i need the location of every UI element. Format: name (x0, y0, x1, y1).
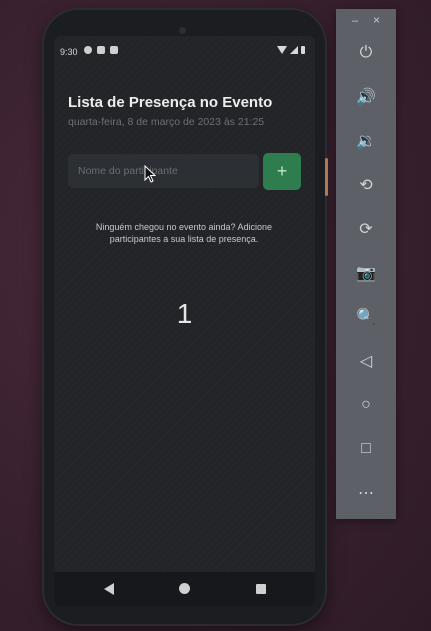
event-date: quarta-feira, 8 de março de 2023 às 21:2… (68, 116, 265, 128)
minimize-button[interactable]: – (352, 15, 358, 27)
device-screen: 9:30 Lista de Presença no Evento quarta-… (54, 36, 315, 606)
more-icon[interactable]: ⋯ (350, 479, 382, 507)
status-system-icons (277, 46, 305, 54)
power-icon[interactable]: ⏻ (350, 39, 382, 67)
status-notification-icons (84, 46, 118, 54)
navigation-bar (54, 572, 315, 606)
toolbar-window-controls: – × (336, 13, 396, 29)
participant-name-input[interactable] (68, 154, 259, 188)
overlay-number: 1 (176, 298, 193, 329)
rotate-left-icon[interactable]: ⟲ (350, 171, 382, 199)
battery-icon (301, 46, 305, 54)
status-bar: 9:30 (54, 36, 315, 66)
volume-down-icon[interactable]: 🔉 (350, 127, 382, 155)
nav-back-icon[interactable] (104, 583, 114, 595)
overview-icon[interactable]: □ (350, 435, 382, 463)
status-time: 9:30 (60, 47, 78, 57)
home-icon[interactable]: ○ (350, 391, 382, 419)
storage-icon (110, 46, 118, 54)
front-camera (179, 27, 186, 34)
signal-icon (290, 46, 298, 54)
empty-list-message: Ninguém chegou no evento ainda? Adicione… (95, 222, 273, 244)
device-frame: 9:30 Lista de Presença no Evento quarta-… (44, 10, 328, 624)
add-participant-button[interactable]: + (263, 153, 301, 190)
emulator-toolbar: – × ⏻ 🔊 🔉 ⟲ ⟳ 📷 🔍 ◁ ○ □ ⋯ (336, 9, 396, 519)
side-button[interactable] (325, 158, 328, 196)
sim-icon (97, 46, 105, 54)
page-title: Lista de Presença no Evento (68, 94, 273, 111)
mouse-cursor-icon (144, 165, 156, 183)
zoom-icon[interactable]: 🔍 (350, 303, 382, 331)
camera-icon[interactable]: 📷 (350, 259, 382, 287)
back-icon[interactable]: ◁ (350, 347, 382, 375)
volume-up-icon[interactable]: 🔊 (350, 83, 382, 111)
nav-home-icon[interactable] (179, 583, 190, 594)
rotate-right-icon[interactable]: ⟳ (350, 215, 382, 243)
close-button[interactable]: × (373, 13, 380, 27)
wifi-icon (277, 46, 287, 54)
nav-recents-icon[interactable] (256, 584, 266, 594)
notification-icon (84, 46, 92, 54)
